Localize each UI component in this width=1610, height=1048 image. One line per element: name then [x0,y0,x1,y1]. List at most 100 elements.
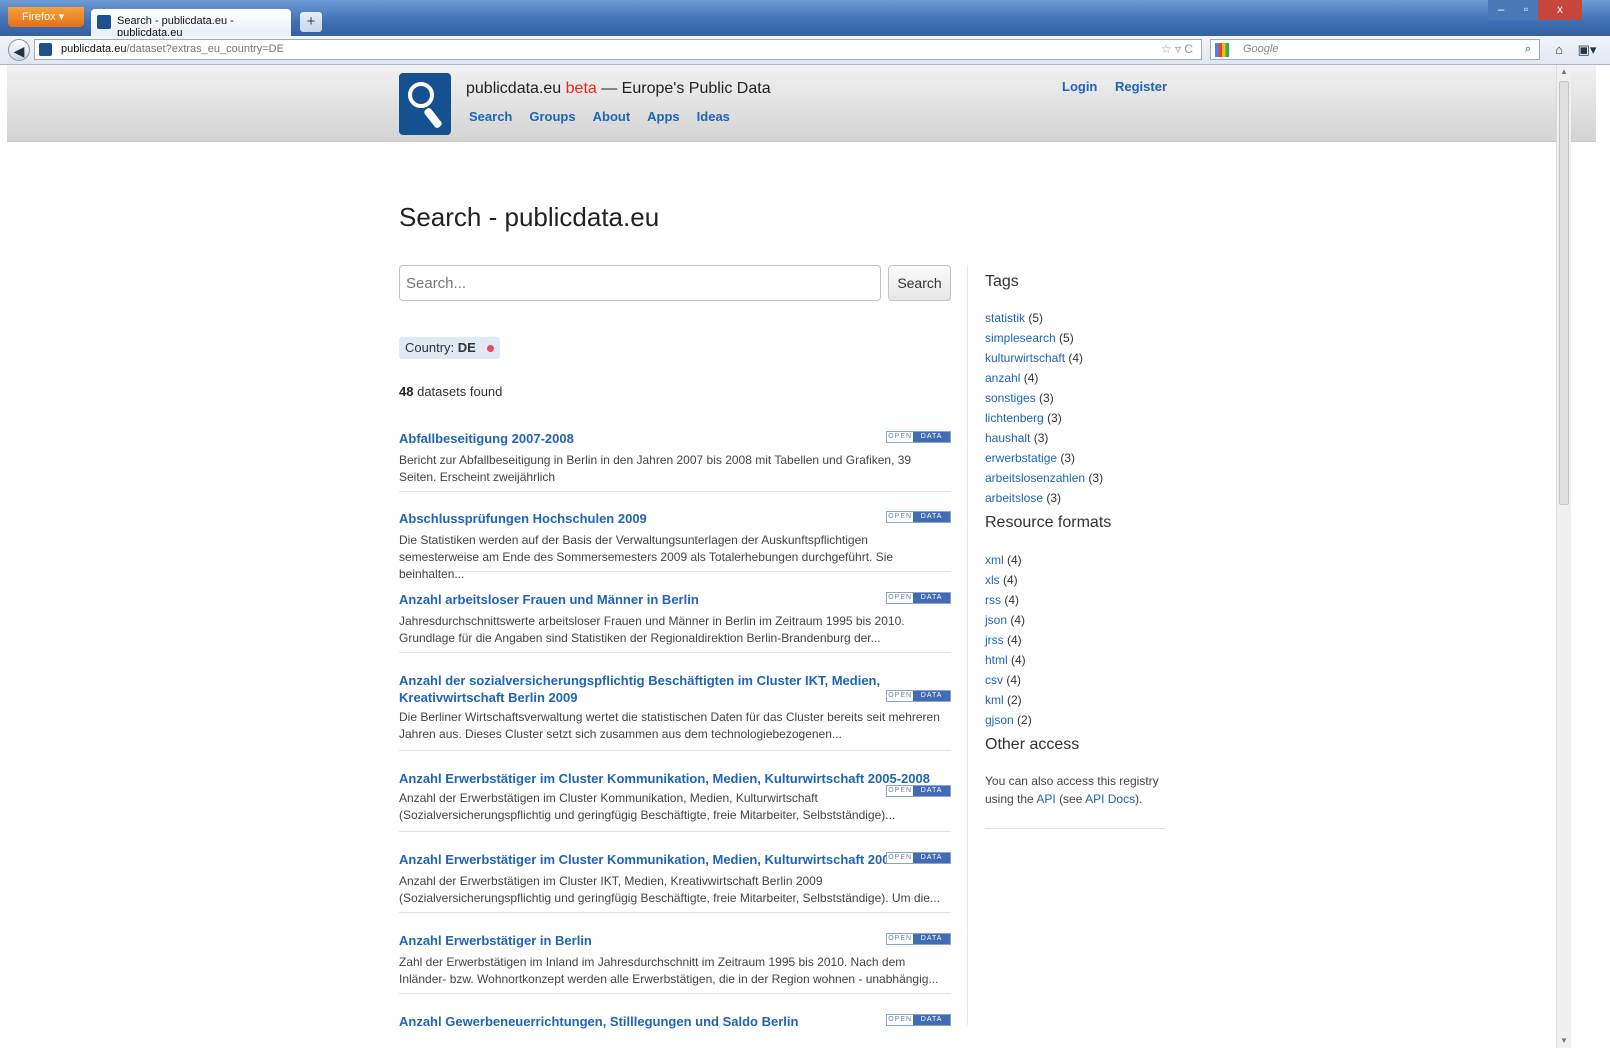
open-data-badge-icon: OPEN DATA [886,511,951,523]
format-item: html (4) [985,650,1165,670]
page-scrollbar[interactable]: ▲ ▼ [1556,65,1571,1048]
format-count: (4) [1007,553,1022,567]
tag-item: simplesearch (5) [985,328,1165,348]
minimize-button[interactable]: – [1488,0,1514,20]
format-item: xml (4) [985,550,1165,570]
search-button[interactable]: Search [888,265,951,301]
tag-item: anzahl (4) [985,368,1165,388]
dataset-title-link[interactable]: Anzahl Erwerbstätiger im Cluster Kommuni… [399,851,947,868]
format-item: rss (4) [985,590,1165,610]
nav-apps[interactable]: Apps [647,109,680,124]
browser-search-placeholder: Google [1243,43,1279,55]
back-arrow-icon[interactable]: ◀ [8,39,30,61]
format-count: (4) [1007,633,1022,647]
tag-link[interactable]: kulturwirtschaft [985,351,1065,365]
tag-count: (3) [1033,431,1049,445]
tag-item: statistik (5) [985,308,1165,328]
scroll-up-icon[interactable]: ▲ [1557,65,1571,79]
login-link[interactable]: Login [1062,79,1097,94]
dataset-title-link[interactable]: Anzahl der sozialversicherungspflichtig … [399,672,947,706]
nav-groups[interactable]: Groups [529,109,575,124]
format-link[interactable]: json [985,613,1007,627]
format-link[interactable]: csv [985,673,1003,687]
tag-item: erwerbstatige (3) [985,448,1165,468]
format-count: (4) [1004,593,1020,607]
tag-link[interactable]: erwerbstatige [985,451,1057,465]
list-item: Anzahl Erwerbstätiger im Cluster Kommuni… [399,851,951,913]
url-favicon-icon [39,43,52,56]
dataset-title-link[interactable]: Anzahl Erwerbstätiger in Berlin [399,932,947,949]
nav-about[interactable]: About [593,109,631,124]
tag-item: lichtenberg (3) [985,408,1165,428]
nav-ideas[interactable]: Ideas [697,109,730,124]
dataset-description: Anzahl der Erwerbstätigen im Cluster Kom… [399,791,896,822]
format-link[interactable]: kml [985,693,1004,707]
search-input[interactable] [399,265,881,301]
browser-nav-bar: ◀ publicdata.eu/dataset?extras_eu_countr… [0,36,1610,65]
other-access-text-2: (see [1059,792,1083,806]
register-link[interactable]: Register [1115,79,1167,94]
format-link[interactable]: rss [985,593,1001,607]
open-data-badge-icon: OPEN DATA [886,592,951,604]
tag-link[interactable]: haushalt [985,431,1030,445]
magnifier-icon[interactable]: ⌕ [1525,40,1531,59]
tag-link[interactable]: anzahl [985,371,1020,385]
bookmark-star-icon[interactable]: ☆ ▿ C [1161,40,1193,59]
scrollbar-thumb[interactable] [1559,81,1569,505]
dataset-title-link[interactable]: Anzahl Gewerbeneuerrichtungen, Stilllegu… [399,1013,947,1030]
browser-search-box[interactable]: Google ⌕ [1210,39,1540,60]
close-window-button[interactable]: x [1538,0,1582,20]
tag-link[interactable]: lichtenberg [985,411,1044,425]
api-docs-link[interactable]: API Docs [1085,792,1135,806]
dataset-title-link[interactable]: Anzahl Erwerbstätiger im Cluster Kommuni… [399,770,947,787]
tag-count: (3) [1039,391,1054,405]
scroll-down-icon[interactable]: ▼ [1557,1034,1571,1048]
site-title: publicdata.eu beta — Europe's Public Dat… [466,80,771,98]
format-item: json (4) [985,610,1165,630]
open-data-badge-icon: OPEN DATA [886,933,951,945]
tag-item: sonstiges (3) [985,388,1165,408]
tag-link[interactable]: statistik [985,311,1025,325]
column-divider [967,265,968,1025]
dataset-title-link[interactable]: Abschlussprüfungen Hochschulen 2009 [399,510,947,527]
tags-heading: Tags [985,273,1019,290]
other-access-text-3: ). [1135,792,1143,806]
tag-count: (3) [1088,471,1104,485]
results-list: Abfallbeseitigung 2007-2008 OPEN DATA Ber… [399,430,951,1033]
dataset-title-link[interactable]: Abfallbeseitigung 2007-2008 [399,430,947,447]
tag-link[interactable]: arbeitslose [985,491,1043,505]
google-engine-icon[interactable] [1215,43,1229,57]
format-count: (4) [1003,573,1018,587]
home-icon[interactable]: ⌂ [1548,40,1570,60]
address-bar[interactable]: publicdata.eu/dataset?extras_eu_country=… [34,39,1202,60]
tag-count: (5) [1028,311,1044,325]
format-link[interactable]: html [985,653,1008,667]
beta-label: beta [565,80,597,97]
remove-facet-icon[interactable] [487,345,495,353]
bookmarks-menu-icon[interactable]: ▣▾ [1575,40,1599,60]
format-link[interactable]: jrss [985,633,1004,647]
maximize-button[interactable]: ▫ [1514,0,1538,20]
logo-handle [423,106,443,130]
tag-item: arbeitslosenzahlen (3) [985,468,1165,488]
nav-search[interactable]: Search [469,109,512,124]
browser-title-bar: Firefox ▾ Search - publicdata.eu - publi… [0,0,1610,39]
firefox-menu-button[interactable]: Firefox ▾ [8,7,84,27]
format-link[interactable]: xls [985,573,1000,587]
tag-link[interactable]: arbeitslosenzahlen [985,471,1085,485]
format-link[interactable]: xml [985,553,1004,567]
dataset-description: Jahresdurchschnittswerte arbeitsloser Fr… [399,614,905,645]
browser-tab[interactable]: Search - publicdata.eu - publicdata.eu [91,9,291,39]
dataset-description: Die Berliner Wirtschaftsverwaltung werte… [399,710,940,741]
new-tab-button[interactable]: + [300,12,322,32]
tag-count: (4) [1023,371,1039,385]
dataset-title-link[interactable]: Anzahl arbeitsloser Frauen und Männer in… [399,591,947,608]
format-link[interactable]: gjson [985,713,1014,727]
publicdata-logo-icon[interactable] [399,73,451,135]
formats-list: xml (4) xls (4) rss (4) json (4) jrss (4) htm… [985,550,1165,730]
api-link[interactable]: API [1036,792,1055,806]
tag-link[interactable]: simplesearch [985,331,1056,345]
tag-link[interactable]: sonstiges [985,391,1036,405]
formats-heading: Resource formats [985,514,1112,531]
main-nav: Search Groups About Apps Ideas [469,109,747,124]
